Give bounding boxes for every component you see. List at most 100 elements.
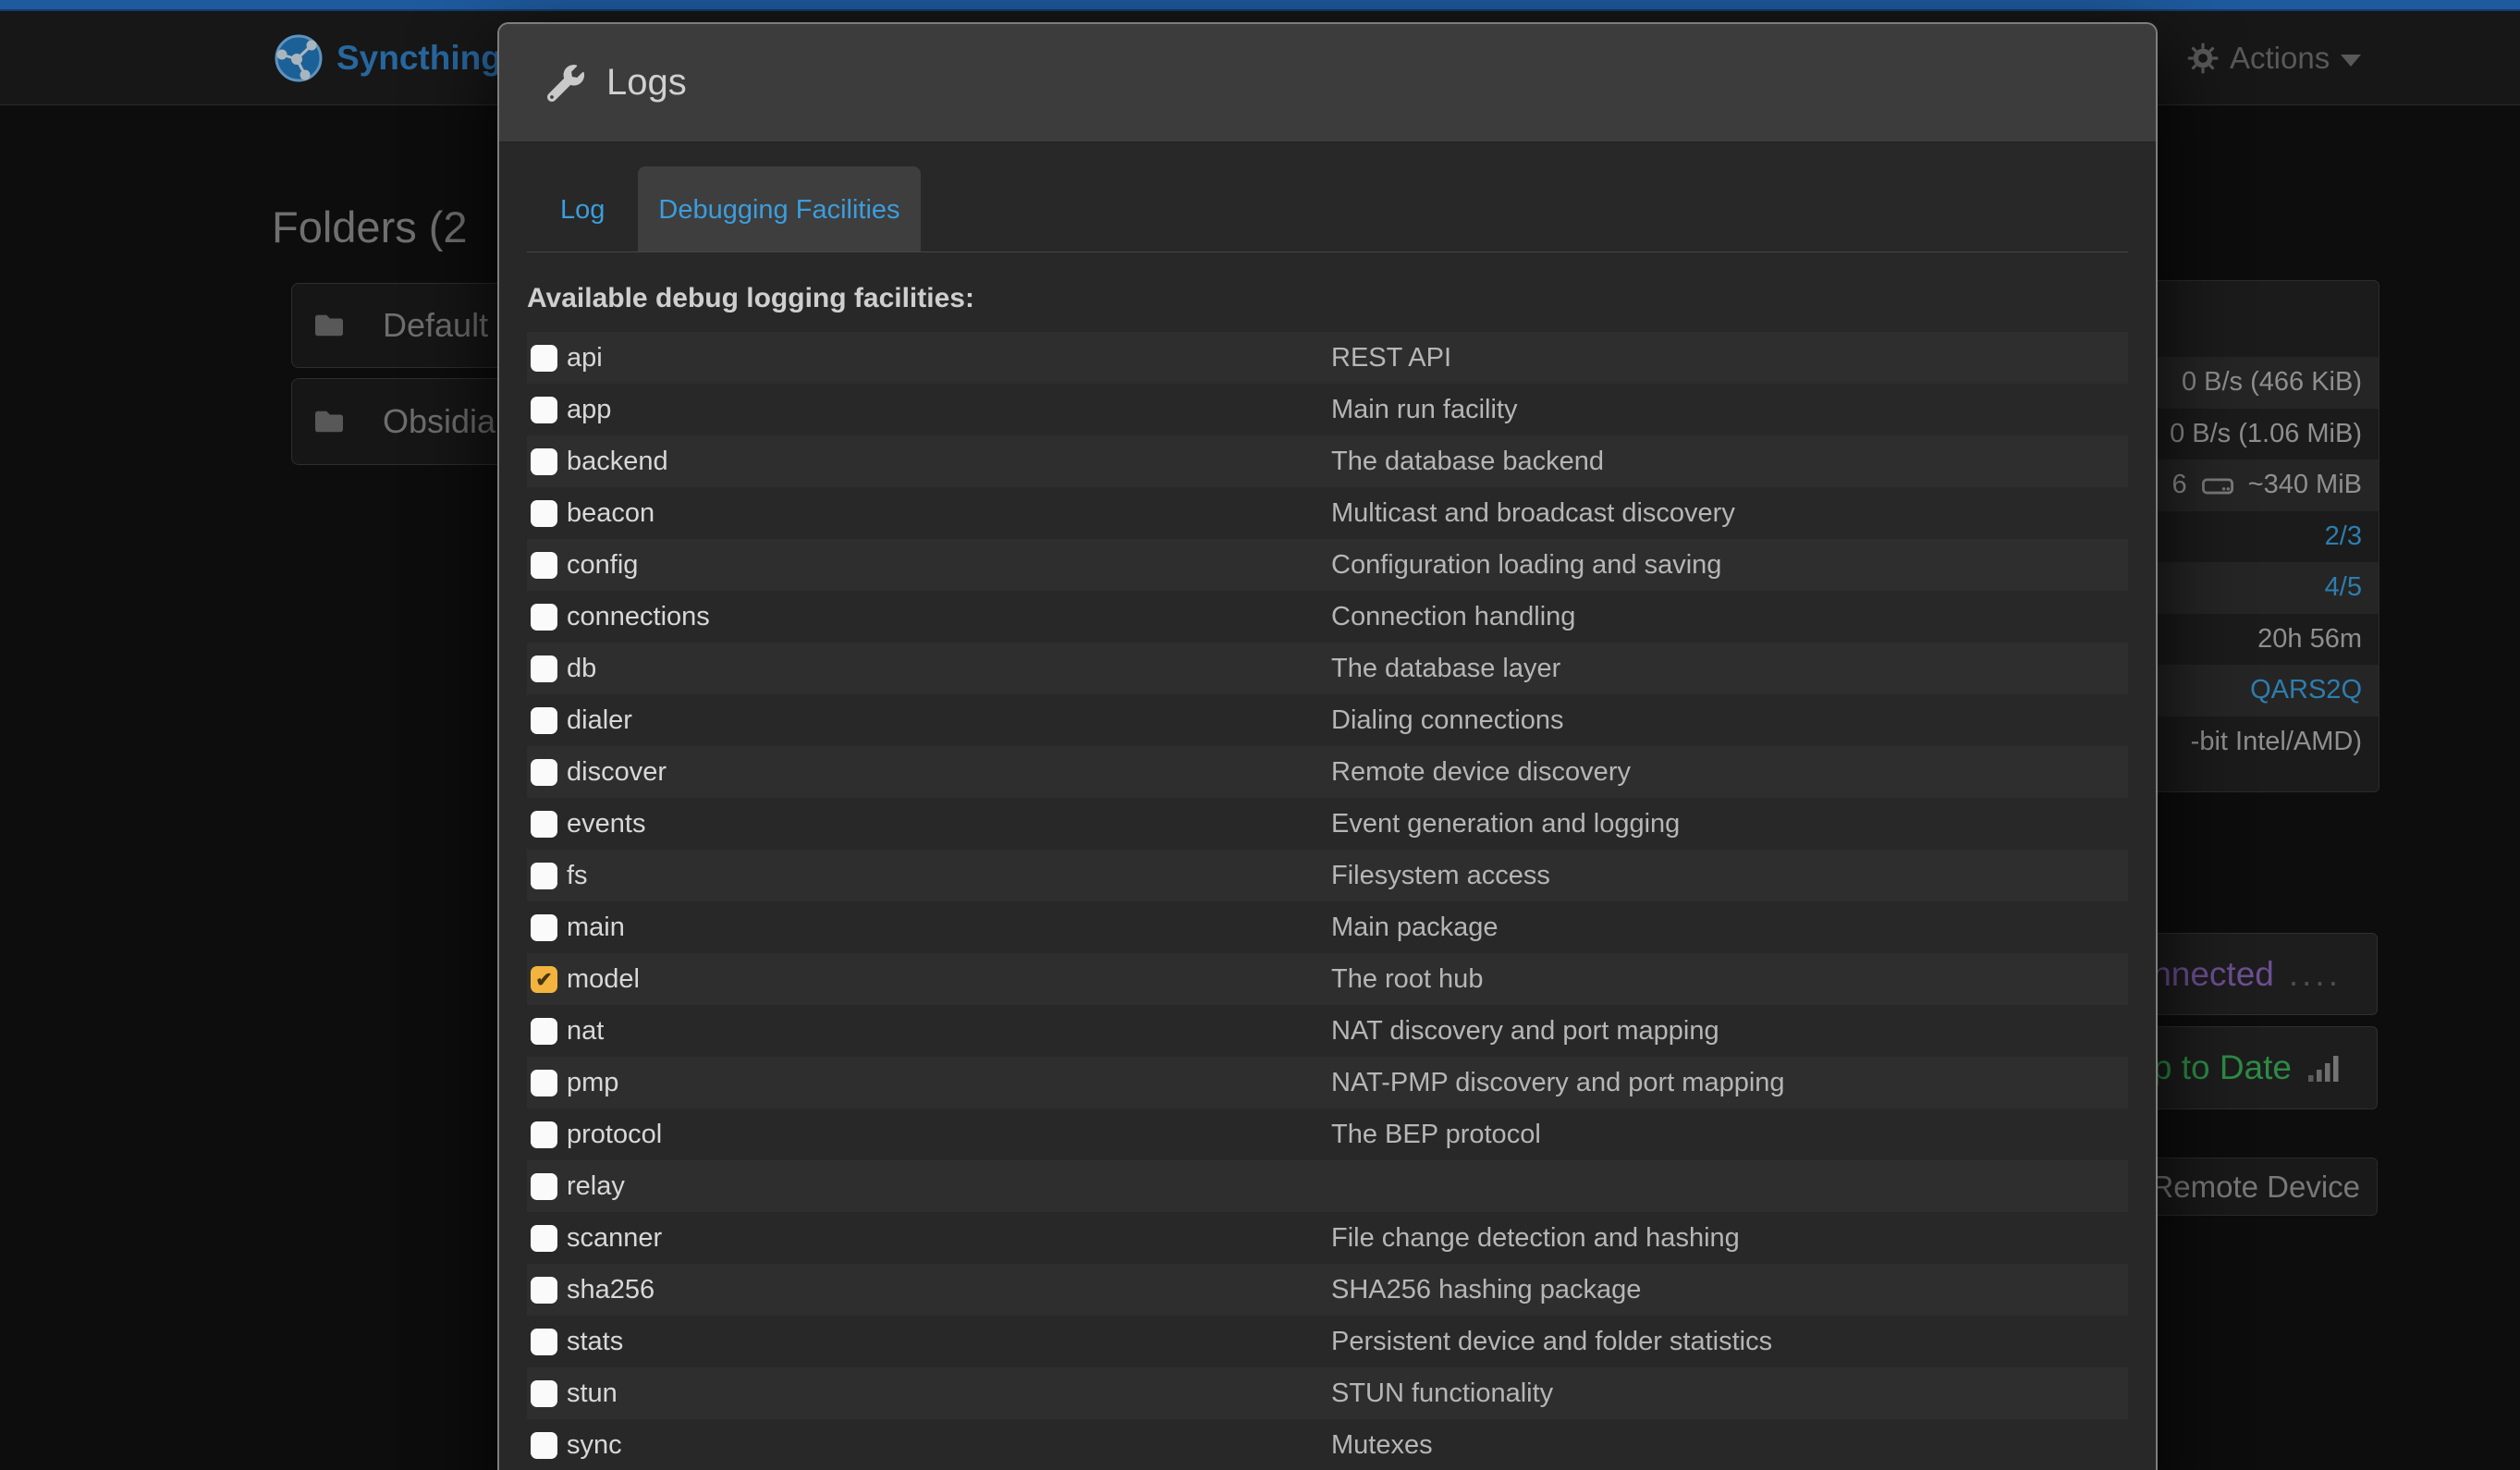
device-info-link[interactable]: QARS2Q [2250, 675, 2362, 705]
actions-label: Actions [2230, 41, 2330, 76]
tab-log[interactable]: Log [540, 166, 625, 251]
device-info-link[interactable]: 4/5 [2325, 572, 2362, 603]
brand-link[interactable]: Syncthing [274, 11, 502, 104]
facility-row: config Configuration loading and saving [527, 539, 2128, 591]
facility-row: nat NAT discovery and port mapping [527, 1005, 2128, 1057]
device-info-value: 20h 56m [2257, 624, 2362, 655]
facility-checkbox[interactable] [531, 397, 557, 423]
facility-row: api REST API [527, 332, 2128, 384]
facility-description: Filesystem access [1331, 861, 1550, 891]
facility-description: Main package [1331, 913, 1499, 943]
facility-name[interactable]: backend [567, 447, 668, 477]
logs-modal-body: Log Debugging Facilities Available debug… [499, 166, 2156, 1470]
facility-name[interactable]: nat [567, 1016, 604, 1047]
page: Syncthing [0, 0, 2520, 1470]
facilities-heading: Available debug logging facilities: [527, 283, 2128, 314]
facility-row: scannerFile change detection and hashing [527, 1212, 2128, 1264]
facility-checkbox[interactable] [531, 1225, 557, 1252]
facility-name[interactable]: beacon [567, 498, 654, 529]
facility-name[interactable]: api [567, 343, 603, 374]
facility-description: Event generation and logging [1331, 809, 1680, 839]
facility-description: REST API [1331, 343, 1451, 374]
facility-row: dialer Dialing connections [527, 694, 2128, 746]
facility-name[interactable]: app [567, 395, 611, 425]
facility-name[interactable]: sync [567, 1430, 622, 1461]
facility-name[interactable]: sha256 [567, 1275, 654, 1305]
facility-checkbox[interactable] [531, 759, 557, 786]
facility-checkbox[interactable] [531, 604, 557, 631]
facility-checkbox[interactable] [531, 914, 557, 941]
facility-name[interactable]: connections [567, 602, 710, 632]
facility-checkbox[interactable] [531, 655, 557, 682]
disk-icon [2202, 474, 2233, 496]
facility-row: discover Remote device discovery [527, 746, 2128, 798]
modal-title: Logs [606, 62, 687, 104]
facility-description: Remote device discovery [1331, 757, 1631, 788]
facility-row: ✔modelThe root hub [527, 953, 2128, 1005]
facility-name[interactable]: pmp [567, 1068, 618, 1098]
facility-row: protocolThe BEP protocol [527, 1109, 2128, 1160]
actions-menu-button[interactable]: Actions [2187, 11, 2361, 104]
device-info-link[interactable]: 2/3 [2325, 521, 2362, 552]
facility-checkbox[interactable] [531, 1277, 557, 1304]
facility-checkbox[interactable] [531, 811, 557, 838]
facility-name[interactable]: stun [567, 1378, 618, 1409]
facility-description: NAT-PMP discovery and port mapping [1331, 1068, 1785, 1098]
facility-description: STUN functionality [1331, 1378, 1553, 1409]
facility-description: Dialing connections [1331, 705, 1563, 736]
facility-checkbox[interactable] [531, 448, 557, 475]
facility-name[interactable]: protocol [567, 1120, 662, 1150]
facility-name[interactable]: relay [567, 1171, 625, 1202]
facility-row: connectionsConnection handling [527, 591, 2128, 643]
syncthing-logo-icon [274, 33, 324, 83]
facility-description: Configuration loading and saving [1331, 550, 1721, 581]
facility-checkbox[interactable] [531, 707, 557, 734]
facility-row: backend The database backend [527, 435, 2128, 487]
facility-checkbox[interactable] [531, 552, 557, 579]
facility-checkbox[interactable] [531, 1432, 557, 1459]
facility-row: beacon Multicast and broadcast discovery [527, 487, 2128, 539]
facility-name[interactable]: scanner [567, 1223, 662, 1254]
device-info-value: -bit Intel/AMD) [2191, 727, 2362, 757]
tab-bar: Log Debugging Facilities [527, 166, 2128, 252]
facility-checkbox[interactable] [531, 1329, 557, 1355]
facility-checkbox[interactable] [531, 1070, 557, 1096]
facility-description: NAT discovery and port mapping [1331, 1016, 1719, 1047]
facility-row: stun STUN functionality [527, 1367, 2128, 1419]
facility-description: Mutexes [1331, 1430, 1433, 1461]
device-info-value: 0 B/s (466 KiB) [2182, 367, 2362, 398]
facility-checkbox[interactable] [531, 1173, 557, 1200]
facility-row: sha256SHA256 hashing package [527, 1264, 2128, 1316]
facility-name[interactable]: stats [567, 1327, 623, 1357]
device-info-prefix: 6 [2172, 470, 2187, 500]
facility-checkbox[interactable] [531, 1121, 557, 1148]
facility-table: apiREST APIappMain run facilitybackendTh… [527, 332, 2128, 1470]
logs-modal-header: Logs [499, 24, 2156, 142]
facility-row: sync Mutexes [527, 1419, 2128, 1470]
facility-name[interactable]: fs [567, 861, 588, 891]
logs-modal: Logs Log Debugging Facilities Available … [497, 22, 2158, 1470]
facility-name[interactable]: events [567, 809, 645, 839]
facility-description: The database backend [1331, 447, 1604, 477]
facility-checkbox[interactable] [531, 345, 557, 372]
caret-down-icon [2341, 55, 2361, 67]
facility-name[interactable]: dialer [567, 705, 632, 736]
tab-debugging-facilities[interactable]: Debugging Facilities [638, 166, 920, 251]
up-to-date-status-text: p to Date [2153, 1048, 2292, 1087]
facility-checkbox[interactable] [531, 1380, 557, 1407]
facility-name[interactable]: db [567, 654, 596, 684]
facility-name[interactable]: config [567, 550, 638, 581]
facility-name[interactable]: discover [567, 757, 667, 788]
device-info-value: 0 B/s (1.06 MiB) [2170, 419, 2362, 449]
facility-name[interactable]: main [567, 913, 625, 943]
facility-checkbox[interactable] [531, 863, 557, 889]
facility-name[interactable]: model [567, 964, 640, 995]
ellipsis-icon: .... [2289, 955, 2342, 994]
facility-checkbox[interactable] [531, 1018, 557, 1045]
facility-description: Multicast and broadcast discovery [1331, 498, 1735, 529]
brand-title: Syncthing [336, 39, 502, 78]
folder-label: Obsidian [383, 402, 514, 441]
gear-icon [2187, 43, 2219, 74]
facility-checkbox[interactable] [531, 500, 557, 527]
facility-checkbox[interactable]: ✔ [531, 966, 557, 993]
